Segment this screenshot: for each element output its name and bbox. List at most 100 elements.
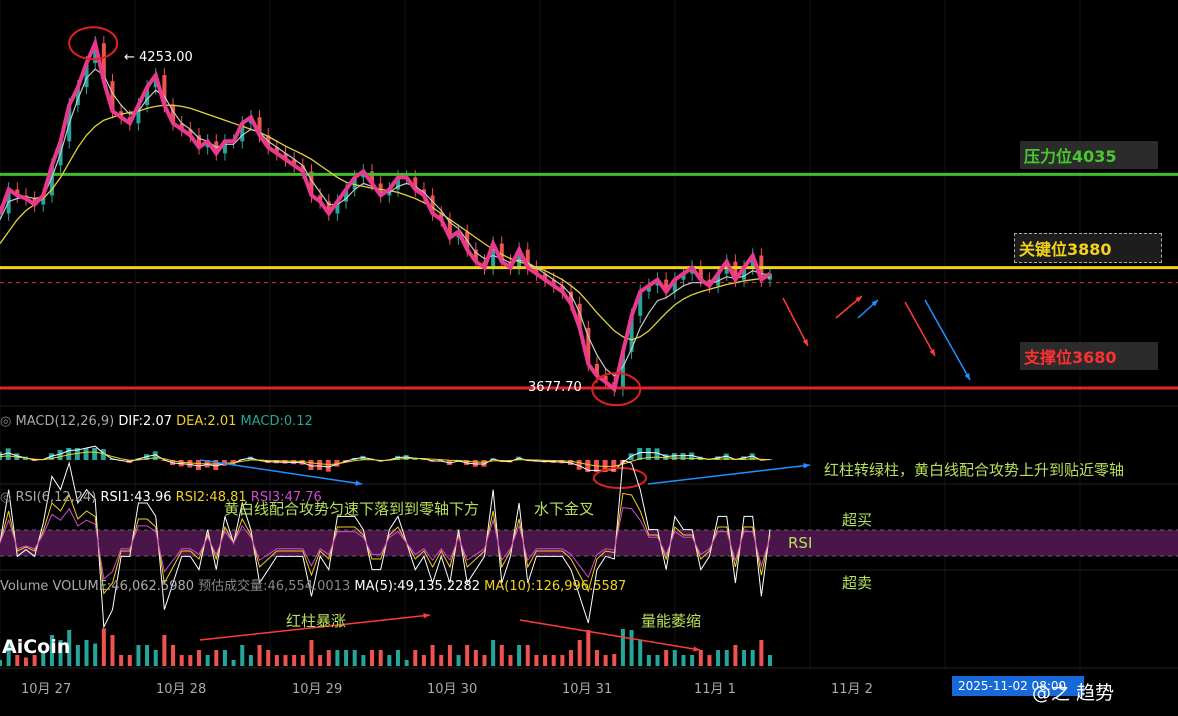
volume-bar (655, 655, 660, 666)
volume-bar (707, 655, 712, 666)
volume-bar (543, 655, 548, 666)
volume-bar (214, 650, 219, 666)
volume-bar (404, 660, 409, 666)
macd-name: MACD(12,26,9) (15, 414, 115, 429)
volume-bar (612, 654, 617, 666)
macd-bar (654, 448, 660, 460)
volume-bar (292, 655, 297, 666)
rsi1-value: RSI1:43.96 (100, 490, 172, 505)
volume-bar (491, 640, 496, 666)
volume-bar (300, 655, 305, 666)
volume-bar (620, 629, 625, 666)
volume-bar (698, 650, 703, 666)
macd-bar (663, 454, 669, 460)
volume-bar (534, 655, 539, 666)
high-price-marker: ← 4253.00 (124, 50, 193, 65)
rsi-band (0, 530, 1178, 556)
volume-bar (629, 630, 634, 666)
volume-bar (465, 645, 470, 666)
volume-bar (240, 645, 245, 666)
volume-bar (205, 655, 210, 666)
volume-ma10: MA(10):126,996.5587 (484, 579, 627, 594)
volume-bar (188, 655, 193, 666)
macd-bar (317, 460, 323, 470)
volume-bar (344, 650, 349, 666)
volume-bar (93, 643, 98, 666)
volume-bar (638, 640, 643, 666)
volume-bar (456, 655, 461, 666)
annotation-overbought: 超买 (842, 511, 873, 529)
volume-bar (482, 655, 487, 666)
support-label: 支撑位3680 (1020, 342, 1158, 370)
projection-arrow (924, 299, 971, 381)
annotation-macd-down: 黄白线配合攻势匀速下落到到零轴下方 (224, 500, 480, 518)
volume-bar (75, 645, 80, 666)
chart-svg (0, 0, 1178, 670)
volume-bar (768, 655, 772, 666)
annotation-golden-cross: 水下金叉 (534, 500, 595, 518)
macd-down-arrow-head (355, 480, 362, 486)
eye-icon[interactable]: ◎ (0, 490, 11, 505)
x-tick-label: 10月 30 (427, 682, 478, 697)
volume-bar (179, 655, 184, 666)
volume-bar (569, 650, 574, 666)
volume-bar (439, 655, 444, 666)
rsi-band-label: RSI (788, 534, 813, 552)
volume-bar (690, 655, 695, 666)
volume-bar (508, 655, 513, 666)
volume-bar (681, 655, 686, 666)
macd-bar (187, 460, 193, 468)
volume-bar (594, 650, 599, 666)
volume-bar (283, 655, 288, 666)
eye-icon[interactable]: ◎ (0, 414, 11, 429)
macd-bar (680, 453, 686, 460)
volume-bar (525, 645, 530, 666)
macd-bar (5, 448, 11, 460)
annotation-vol-shrink: 量能萎缩 (641, 612, 702, 630)
x-tick-label: 10月 29 (292, 682, 343, 697)
x-tick-label: 10月 31 (562, 682, 613, 697)
volume-bar (318, 655, 323, 666)
low-price-marker: 3677.70 (528, 380, 582, 395)
volume-bar (387, 655, 392, 666)
volume-bar (162, 635, 167, 666)
volume-bar (361, 655, 366, 666)
volume-bar (110, 635, 115, 666)
watermark: @之 趋势 (1032, 682, 1115, 704)
volume-bar (378, 650, 383, 666)
volume-header: Volume VOLUME:46,062.5980 预估成交量:46,554.0… (0, 575, 626, 594)
volume-bar (551, 655, 556, 666)
volume-bar (664, 650, 669, 666)
volume-bar (171, 645, 176, 666)
volume-bar (222, 650, 227, 666)
volume-bar (430, 645, 435, 666)
volume-bar (257, 645, 262, 666)
volume-bar (473, 650, 478, 666)
macd-bar (92, 448, 98, 460)
volume-bar (127, 655, 132, 666)
volume-ma5: MA(5):49,135.2282 (354, 579, 480, 594)
volume-value: Volume VOLUME:46,062.5980 (0, 579, 195, 594)
volume-bar (153, 650, 158, 666)
volume-bar (274, 655, 279, 666)
macd-bar (0, 451, 2, 460)
volume-bar (119, 655, 124, 666)
macd-up-arrow (647, 464, 811, 485)
volume-bar (517, 645, 522, 666)
macd-value: MACD:0.12 (240, 414, 313, 429)
volume-bar (447, 645, 452, 666)
volume-estimate: 预估成交量:46,554.0013 (198, 579, 351, 594)
volume-bar (231, 660, 236, 666)
volume-bar (750, 650, 755, 666)
volume-bar (326, 650, 331, 666)
x-tick-label: 11月 2 (831, 682, 873, 697)
volume-bar (84, 640, 89, 666)
rsi-name: RSI(6,12,24) (15, 490, 97, 505)
macd-dif: DIF:2.07 (118, 414, 172, 429)
volume-bar (0, 660, 2, 666)
projection-arrow (782, 297, 809, 347)
volume-bar (421, 655, 426, 666)
macd-bar (325, 460, 331, 472)
volume-bar (499, 645, 504, 666)
macd-bar (83, 448, 89, 460)
